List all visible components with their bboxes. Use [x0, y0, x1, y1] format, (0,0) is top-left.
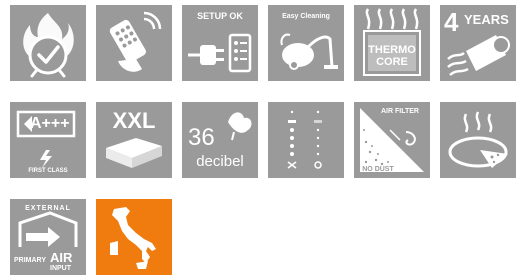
- thermo-label: THERMO: [368, 44, 416, 56]
- tile-36-decibel: 36 decibel: [182, 102, 258, 178]
- decibel-number: 36: [188, 124, 215, 151]
- display-panel-icon: [287, 110, 322, 169]
- energy-class-icon: [16, 110, 76, 168]
- air-filter-label: AIR FILTER: [381, 108, 419, 115]
- remote-control-icon: [109, 11, 162, 72]
- decibel-word: decibel: [196, 153, 244, 170]
- energy-class-rating: A+++: [30, 115, 70, 132]
- warranty-icon: [447, 35, 510, 76]
- tile-remote-control: [96, 5, 172, 81]
- setup-ok-plug-icon: [188, 33, 252, 73]
- thermo-core-icon: [363, 8, 421, 76]
- tile-air-filter: AIR FILTER NO DUST: [354, 102, 430, 178]
- first-class-label: FIRST CLASS: [28, 168, 68, 174]
- xxl-capacity-icon: [106, 138, 162, 168]
- flame-timer-icon: [23, 13, 74, 78]
- feature-icon-grid: SETUP OK Easy Cleaning THERMO CORE 4 YEA…: [0, 0, 516, 275]
- pizza-heat-icon: [448, 111, 508, 168]
- tile-4-years-warranty: 4 YEARS: [440, 5, 516, 81]
- primary-label: PRIMARY: [14, 257, 47, 264]
- tile-display-panel: [268, 102, 344, 178]
- tile-thermo-core: THERMO CORE: [354, 5, 430, 81]
- tile-easy-cleaning: Easy Cleaning: [268, 5, 344, 81]
- tile-flame-timer: [10, 5, 86, 81]
- tile-external-air-input: EXTERNAL PRIMARY AIR INPUT: [10, 199, 86, 275]
- no-dust-label: NO DUST: [362, 166, 394, 173]
- air-label: AIR: [50, 250, 73, 265]
- input-label: INPUT: [50, 265, 71, 272]
- tile-energy-class: A+++ FIRST CLASS: [10, 102, 86, 178]
- vacuum-cleaner-icon: [280, 33, 338, 70]
- italy-map-icon: [110, 207, 156, 269]
- tile-made-in-italy: [96, 199, 172, 275]
- tile-pizza-heat: [440, 102, 516, 178]
- tile-setup-ok: SETUP OK: [182, 5, 258, 81]
- tile-xxl-capacity: XXL: [96, 102, 172, 178]
- core-label: CORE: [376, 56, 408, 68]
